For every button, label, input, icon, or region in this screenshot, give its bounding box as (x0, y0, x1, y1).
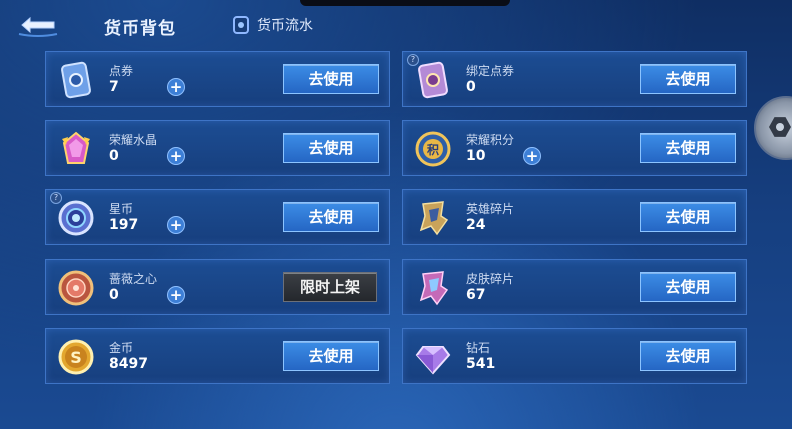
glory-points-icon: 积 (415, 131, 451, 167)
back-button[interactable] (16, 12, 60, 38)
currency-name: 金币 (109, 341, 134, 355)
currency-value: 197 (109, 217, 139, 233)
use-button[interactable]: 去使用 (640, 202, 736, 232)
add-button[interactable]: + (167, 286, 185, 304)
currency-card-pifu: 皮肤碎片 67 去使用 (402, 259, 747, 315)
use-button[interactable]: 去使用 (640, 64, 736, 94)
add-button[interactable]: + (523, 147, 541, 165)
currency-value: 8497 (109, 356, 148, 372)
hex-nut-icon (769, 117, 791, 137)
use-button[interactable]: 去使用 (283, 64, 379, 94)
point-coupon-icon (61, 61, 91, 99)
currency-name: 星币 (109, 202, 134, 216)
currency-card-jifen: 积 荣耀积分 10 + 去使用 (402, 120, 747, 176)
glory-crystal-icon (62, 131, 90, 164)
currency-name: 皮肤碎片 (466, 272, 515, 286)
add-button[interactable]: + (167, 78, 185, 96)
currency-value: 7 (109, 79, 119, 95)
use-button[interactable]: 去使用 (640, 272, 736, 302)
currency-value: 0 (109, 148, 119, 164)
currency-card-zuanshi: 钻石 541 去使用 (402, 328, 747, 384)
currency-name: 荣耀积分 (466, 133, 515, 147)
hero-shard-icon (419, 201, 449, 236)
star-coin-icon (58, 200, 94, 236)
currency-name: 蔷薇之心 (109, 272, 158, 286)
currency-value: 67 (466, 287, 486, 303)
side-menu-button[interactable] (754, 96, 792, 160)
page-title: 货币背包 (104, 19, 176, 39)
currency-flow-label: 货币流水 (257, 18, 313, 34)
svg-text:S: S (70, 348, 82, 367)
currency-value: 10 (466, 148, 486, 164)
currency-card-xingbi: ? 星币 197 + 去使用 (45, 189, 390, 245)
currency-card-shuijing: 荣耀水晶 0 + 去使用 (45, 120, 390, 176)
currency-name: 荣耀水晶 (109, 133, 158, 147)
currency-value: 541 (466, 356, 496, 372)
svg-text:积: 积 (427, 142, 439, 157)
skin-shard-icon (419, 271, 449, 306)
use-button[interactable]: 去使用 (640, 341, 736, 371)
use-button[interactable]: 去使用 (283, 341, 379, 371)
add-button[interactable]: + (167, 147, 185, 165)
currency-name: 绑定点券 (466, 64, 515, 78)
rose-heart-icon (58, 270, 94, 306)
use-button[interactable]: 去使用 (283, 202, 379, 232)
currency-card-bangding: ? 绑定点券 0 去使用 (402, 51, 747, 107)
currency-value: 0 (109, 287, 119, 303)
gold-coin-icon: S (58, 339, 94, 375)
currency-value: 24 (466, 217, 486, 233)
currency-card-yingxiong: 英雄碎片 24 去使用 (402, 189, 747, 245)
diamond-icon (415, 346, 451, 375)
back-arrow-icon (18, 16, 58, 37)
currency-name: 英雄碎片 (466, 202, 515, 216)
currency-name: 钻石 (466, 341, 491, 355)
currency-name: 点券 (109, 64, 134, 78)
currency-card-qiangwei: 蔷薇之心 0 + 限时上架 (45, 259, 390, 315)
currency-card-jinbi: S 金币 8497 去使用 (45, 328, 390, 384)
bound-coupon-icon (418, 61, 448, 99)
limited-time-button[interactable]: 限时上架 (283, 272, 377, 302)
currency-flow-link[interactable]: 货币流水 (233, 14, 313, 36)
use-button[interactable]: 去使用 (640, 133, 736, 163)
use-button[interactable]: 去使用 (283, 133, 379, 163)
header: 货币背包 货币流水 (0, 0, 792, 48)
add-button[interactable]: + (167, 216, 185, 234)
currency-value: 0 (466, 79, 476, 95)
wallet-icon (233, 16, 249, 34)
currency-card-dianquan: 点券 7 + 去使用 (45, 51, 390, 107)
